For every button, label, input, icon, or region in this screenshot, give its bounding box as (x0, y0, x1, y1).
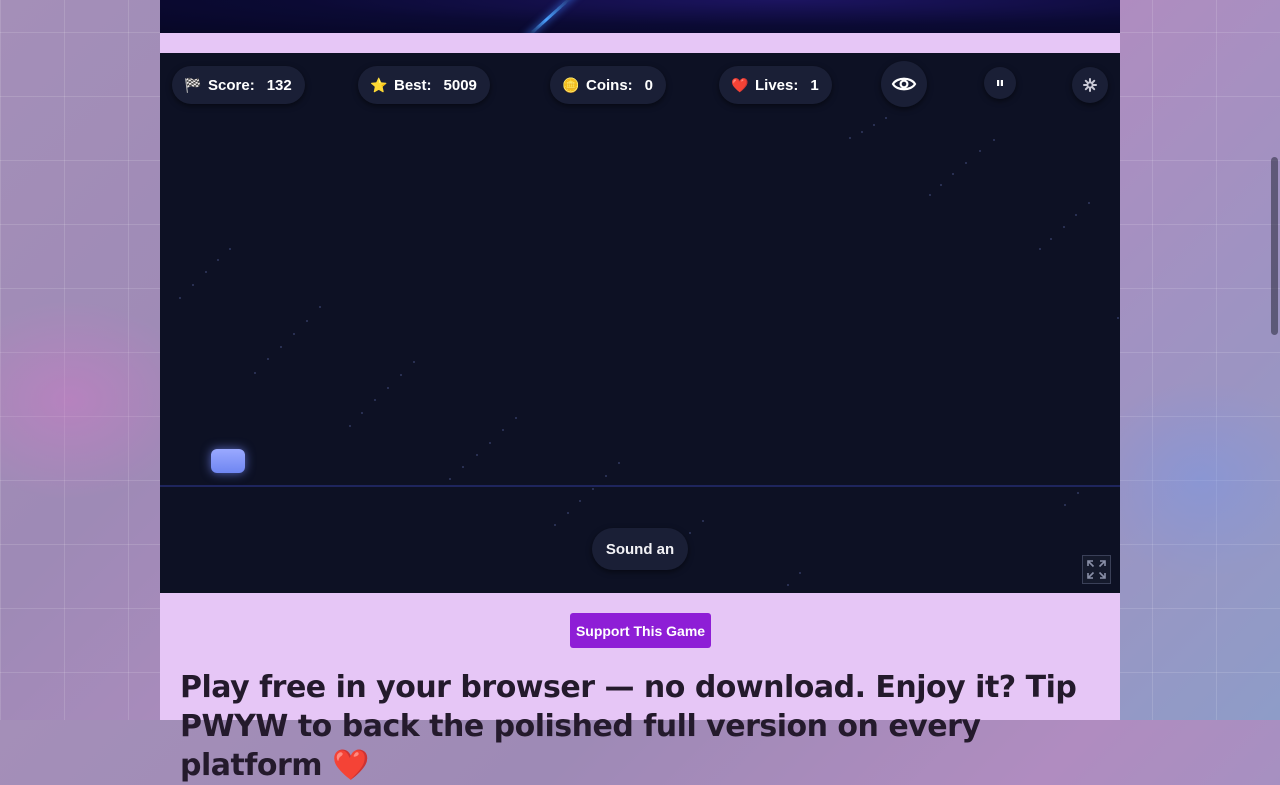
eye-icon (891, 77, 917, 91)
starfield (179, 117, 1119, 586)
fullscreen-icon (1087, 560, 1106, 579)
coin-icon: 🪙 (562, 76, 580, 93)
settings-button[interactable] (1072, 67, 1108, 103)
star-icon: ⭐ (370, 76, 388, 93)
pause-button[interactable] (984, 67, 1016, 99)
heart-icon: ❤️ (731, 76, 749, 93)
lives-value: 1 (810, 76, 819, 94)
fullscreen-button[interactable] (1082, 555, 1111, 584)
game-canvas[interactable]: 🏁 Score: 132 ⭐ Best: 5009 🪙 Coins: 0 ❤️ … (160, 53, 1120, 593)
player-block (211, 449, 245, 473)
page-column: 🏁 Score: 132 ⭐ Best: 5009 🪙 Coins: 0 ❤️ … (160, 0, 1120, 783)
view-toggle-button[interactable] (881, 61, 927, 107)
scrollbar-thumb[interactable] (1271, 157, 1278, 335)
pause-icon (997, 80, 1003, 86)
banner-light-streak (524, 0, 579, 33)
score-label: Score: (208, 76, 255, 94)
support-game-button[interactable]: Support This Game (570, 613, 711, 648)
best-label: Best: (394, 76, 432, 94)
best-display: ⭐ Best: 5009 (358, 66, 490, 104)
page-headline: Play free in your browser — no download.… (180, 670, 1077, 783)
ground-line (160, 485, 1120, 487)
score-display: 🏁 Score: 132 (172, 66, 305, 104)
sound-button[interactable]: Sound an (592, 528, 688, 570)
coins-value: 0 (644, 76, 654, 94)
lives-display: ❤️ Lives: 1 (719, 66, 832, 104)
coins-label: Coins: (586, 76, 633, 94)
lives-label: Lives: (755, 76, 799, 94)
checkered-flag-icon: 🏁 (184, 76, 202, 93)
best-value: 5009 (443, 76, 477, 94)
gear-icon (1083, 78, 1097, 92)
hero-banner (160, 0, 1120, 33)
coins-display: 🪙 Coins: 0 (550, 66, 667, 104)
score-value: 132 (266, 76, 292, 94)
